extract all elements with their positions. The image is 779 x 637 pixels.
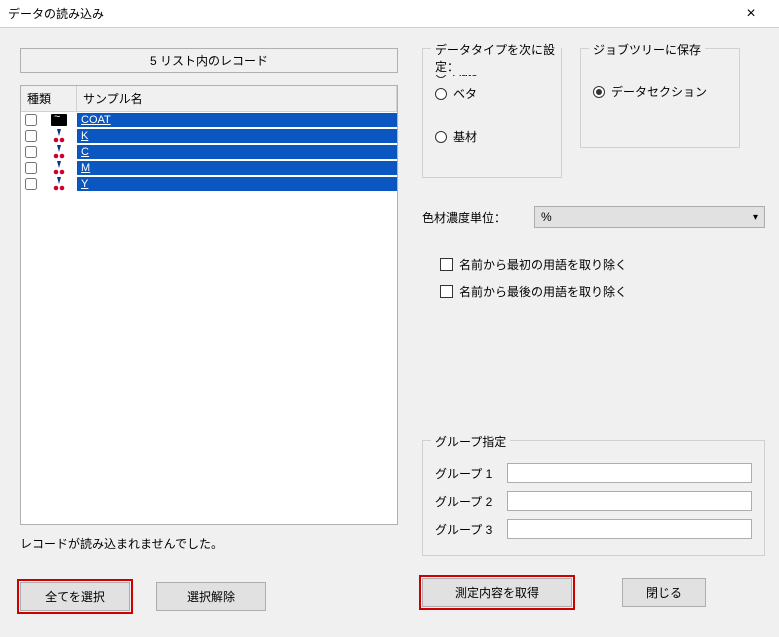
list-record-count: 5 リスト内のレコード	[20, 48, 398, 73]
radio-substrate[interactable]: 基材	[435, 128, 549, 145]
radio-beta[interactable]: ベタ	[435, 85, 549, 102]
deselect-button[interactable]: 選択解除	[156, 582, 266, 611]
row-sample-name: K	[77, 129, 397, 143]
radio-icon	[593, 86, 605, 98]
radio-icon	[435, 131, 447, 143]
window-title: データの読み込み	[8, 5, 731, 22]
table-row[interactable]: M	[21, 160, 397, 176]
colorant-icon	[41, 161, 77, 175]
row-checkbox[interactable]	[21, 146, 41, 158]
col-header-type: 種類	[21, 86, 77, 111]
close-button[interactable]: 閉じる	[622, 578, 706, 607]
checkbox-remove-first-label: 名前から最初の用語を取り除く	[459, 256, 627, 273]
checkbox-remove-last[interactable]: 名前から最後の用語を取り除く	[440, 283, 765, 300]
colorant-icon	[41, 177, 77, 191]
group-spec-legend: グループ指定	[431, 433, 510, 450]
status-message: レコードが読み込まれませんでした。	[20, 535, 398, 552]
titlebar: データの読み込み ×	[0, 0, 779, 28]
table-row[interactable]: K	[21, 128, 397, 144]
row-sample-name: M	[77, 161, 397, 175]
radio-beta-label: ベタ	[453, 85, 477, 102]
colorant-icon	[41, 145, 77, 159]
group1-label: グループ 1	[435, 465, 497, 482]
get-measurements-button[interactable]: 測定内容を取得	[422, 578, 572, 607]
checkbox-remove-first[interactable]: 名前から最初の用語を取り除く	[440, 256, 765, 273]
row-checkbox[interactable]	[21, 130, 41, 142]
checkbox-icon	[440, 258, 453, 271]
chevron-down-icon: ▾	[753, 212, 758, 223]
row-sample-name: C	[77, 145, 397, 159]
group-spec-box: グループ指定 グループ 1 グループ 2 グループ 3	[422, 440, 765, 556]
colorant-icon	[41, 129, 77, 143]
radio-data-section[interactable]: データセクション	[593, 83, 727, 100]
row-checkbox[interactable]	[21, 178, 41, 190]
unit-combo-value: %	[541, 210, 552, 224]
close-icon[interactable]: ×	[731, 5, 771, 23]
row-sample-name: Y	[77, 177, 397, 191]
datatype-legend: データタイプを次に設定：	[431, 41, 561, 75]
jobtree-group: ジョブツリーに保存 データセクション	[580, 48, 740, 148]
select-all-button[interactable]: 全てを選択	[20, 582, 130, 611]
table-row[interactable]: COAT	[21, 112, 397, 128]
radio-icon	[435, 88, 447, 100]
group3-input[interactable]	[507, 519, 752, 539]
datatype-group: データタイプを次に設定： Auto ベタ 基材	[422, 48, 562, 178]
group3-label: グループ 3	[435, 521, 497, 538]
table-row[interactable]: C	[21, 144, 397, 160]
group2-input[interactable]	[507, 491, 752, 511]
unit-label: 色材濃度単位：	[422, 209, 522, 226]
record-table: 種類 サンプル名 COAT KCMY	[20, 85, 398, 525]
row-checkbox[interactable]	[21, 114, 41, 126]
jobtree-legend: ジョブツリーに保存	[589, 41, 705, 58]
row-sample-name: COAT	[77, 113, 397, 127]
col-header-name: サンプル名	[77, 86, 397, 111]
group2-label: グループ 2	[435, 493, 497, 510]
unit-combo[interactable]: % ▾	[534, 206, 765, 228]
group1-input[interactable]	[507, 463, 752, 483]
wave-icon	[41, 114, 77, 126]
checkbox-remove-last-label: 名前から最後の用語を取り除く	[459, 283, 627, 300]
table-row[interactable]: Y	[21, 176, 397, 192]
radio-data-section-label: データセクション	[611, 83, 707, 100]
checkbox-icon	[440, 285, 453, 298]
radio-substrate-label: 基材	[453, 128, 477, 145]
row-checkbox[interactable]	[21, 162, 41, 174]
